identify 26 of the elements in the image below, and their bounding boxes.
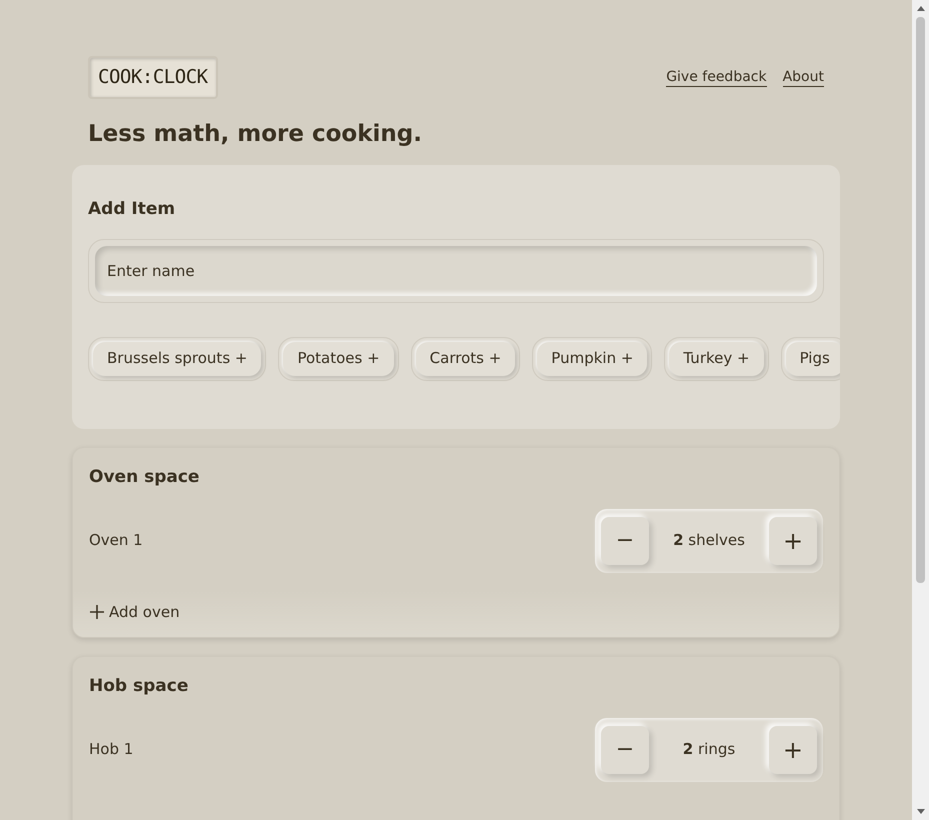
decrement-button[interactable]: −	[601, 726, 649, 774]
scroll-down-icon	[916, 809, 924, 814]
decrement-button[interactable]: −	[601, 516, 649, 564]
suggestion-chip[interactable]: Carrots +	[416, 342, 516, 376]
increment-button[interactable]: +	[768, 726, 817, 774]
suggestion-chip[interactable]: Pumpkin +	[537, 342, 648, 376]
row-label: Hob 1	[89, 739, 134, 760]
suggestion-chip[interactable]: Turkey +	[669, 342, 764, 376]
section-title: Oven space	[89, 466, 200, 489]
scroll-up-icon	[916, 6, 924, 11]
nav-link[interactable]: About	[782, 68, 824, 87]
name-input[interactable]: Enter name	[95, 246, 817, 296]
stepper-value: 2 rings	[682, 739, 736, 760]
row-label: Oven 1	[89, 530, 143, 552]
increment-button[interactable]: +	[769, 516, 817, 564]
nav-link[interactable]: Give feedback	[666, 68, 767, 87]
stepper-value: 2 shelves	[673, 530, 745, 552]
plus-icon	[89, 604, 105, 620]
add-oven-button[interactable]: Add oven	[89, 600, 180, 623]
suggestion-chip[interactable]: Brussels sprouts +	[93, 342, 262, 376]
card-title: Add Item	[88, 198, 176, 221]
logo: COOK:CLOCK	[88, 56, 218, 98]
tagline: Less math, more cooking.	[87, 120, 423, 148]
suggestion-chip[interactable]: Potatoes +	[283, 342, 394, 376]
section-title: Hob space	[89, 675, 190, 698]
suggestion-chip[interactable]: Pigs	[786, 342, 840, 376]
